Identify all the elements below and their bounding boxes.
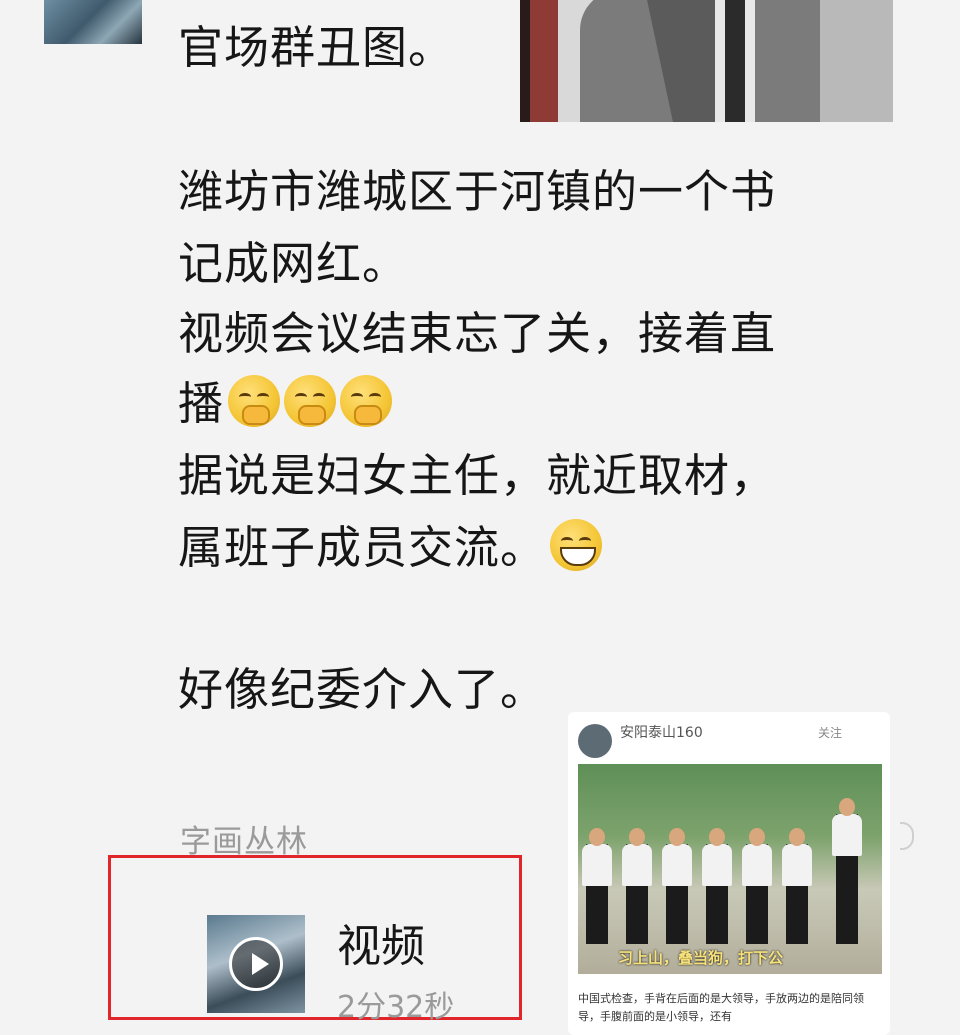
post-text-fragment: 播 bbox=[178, 377, 225, 430]
shared-account-name: 安阳泰山160 bbox=[620, 725, 703, 741]
facepalm-laugh-emoji-icon bbox=[340, 375, 393, 427]
post-text-line-7: 属班子成员交流。 bbox=[178, 518, 603, 578]
post-text-line-3: 记成网红。 bbox=[178, 237, 409, 290]
user-avatar[interactable] bbox=[44, 0, 142, 44]
video-card[interactable]: 视频 2分32秒 bbox=[108, 855, 522, 1025]
grin-emoji-icon bbox=[550, 519, 603, 571]
shared-caption: 中国式检查，手背在后面的是大领导，手放两边的是陪同领导，手腹前面的是小领导，还有 bbox=[578, 992, 864, 1023]
follow-button: 关注 bbox=[818, 726, 843, 740]
post-text-line-6: 据说是妇女主任，就近取材， bbox=[178, 449, 777, 502]
post-image-thumbnail[interactable] bbox=[520, 0, 893, 122]
photo-overlay-text: 习上山，叠当狗，打下公 bbox=[618, 949, 784, 967]
post-text-line-4: 视频会议结束忘了关，接着直 bbox=[178, 307, 777, 360]
video-duration: 2分32秒 bbox=[337, 990, 455, 1025]
facepalm-laugh-emoji-icon bbox=[284, 375, 337, 427]
post-text-line-5: 播 bbox=[178, 374, 393, 434]
post-text-fragment: 属班子成员交流。 bbox=[178, 521, 547, 574]
chevron-right-icon[interactable] bbox=[900, 822, 914, 850]
post-text-line-2: 潍坊市潍城区于河镇的一个书 bbox=[178, 165, 777, 218]
shared-post-image[interactable]: 安阳泰山160 关注 习上山，叠当狗，打下公 中国式检查，手背在后面的是大领导，… bbox=[568, 712, 890, 1035]
video-thumbnail[interactable] bbox=[207, 915, 305, 1013]
facepalm-laugh-emoji-icon bbox=[228, 375, 281, 427]
post-text-line-1: 官场群丑图。 bbox=[178, 21, 455, 74]
post-text-line-8: 好像纪委介入了。 bbox=[178, 663, 547, 716]
play-icon[interactable] bbox=[229, 937, 283, 991]
shared-account-avatar bbox=[578, 724, 612, 758]
group-photo: 习上山，叠当狗，打下公 bbox=[578, 764, 882, 974]
video-title: 视频 bbox=[337, 921, 425, 972]
